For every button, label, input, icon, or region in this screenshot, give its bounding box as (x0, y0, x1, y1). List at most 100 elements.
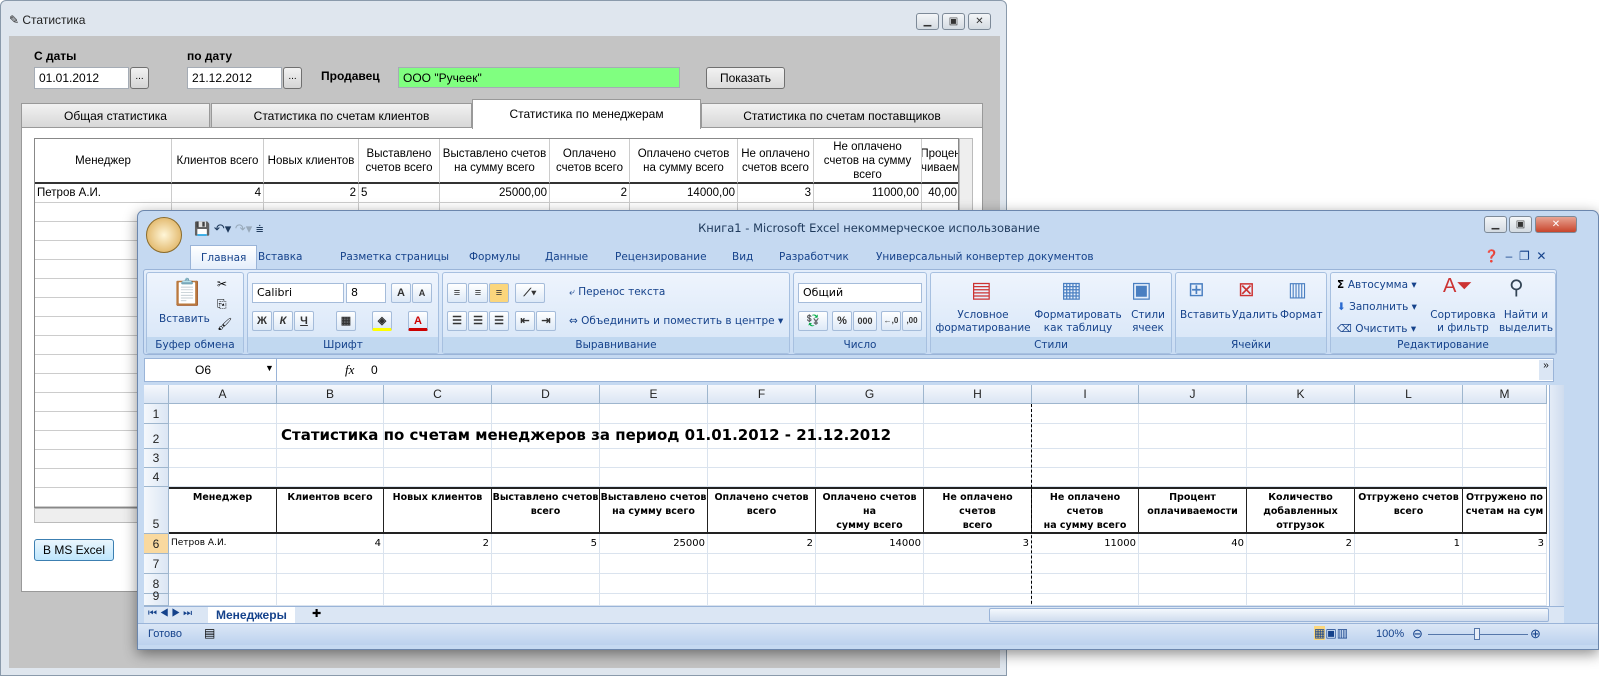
cell[interactable] (384, 594, 492, 606)
cell[interactable] (1032, 554, 1139, 574)
header-cell[interactable]: Не оплачено счетов на сумму всего (1032, 487, 1139, 534)
header-cell[interactable]: Процент оплачиваемости (1139, 487, 1247, 534)
ribbon-tab-2[interactable]: Вставка (258, 245, 303, 269)
underline-button[interactable]: Ч (294, 311, 314, 331)
grid-header[interactable]: Процен чиваем (922, 139, 958, 184)
paste-button[interactable]: Вставить (159, 313, 210, 325)
tab-1[interactable]: Общая статистика (21, 103, 210, 128)
cell[interactable] (924, 574, 1032, 594)
align-center-icon[interactable]: ☰ (468, 311, 488, 331)
grid-horizontal-scrollbar[interactable] (34, 508, 144, 523)
ribbon-tab-4[interactable]: Формулы (469, 245, 520, 269)
data-cell[interactable]: 2 (1247, 534, 1355, 554)
grid-header[interactable]: Не оплачено счетов на сумму всего (814, 139, 922, 184)
cell[interactable] (1463, 594, 1547, 606)
column-header-A[interactable]: A (169, 385, 277, 404)
cell[interactable] (384, 574, 492, 594)
name-box-dropdown-icon[interactable]: ▼ (265, 363, 274, 373)
fill-color-icon[interactable]: ◈ (372, 311, 392, 331)
cell[interactable] (169, 449, 277, 468)
header-cell[interactable]: Отгружено счетов всего (1355, 487, 1463, 534)
copy-icon[interactable]: ⎘ (217, 297, 227, 312)
bold-button[interactable]: Ж (252, 311, 272, 331)
cell[interactable] (600, 554, 708, 574)
cell[interactable] (169, 574, 277, 594)
cell[interactable] (1032, 594, 1139, 606)
paste-icon[interactable]: 📋 (171, 277, 203, 308)
cell[interactable] (1139, 404, 1247, 424)
from-date-picker-button[interactable]: ... (130, 67, 149, 89)
cell[interactable] (384, 404, 492, 424)
cell[interactable] (1139, 468, 1247, 487)
cell[interactable] (816, 554, 924, 574)
page-break-icon[interactable]: ▥ (1337, 626, 1348, 640)
cell[interactable] (708, 574, 816, 594)
cell[interactable] (1463, 554, 1547, 574)
column-header-K[interactable]: K (1247, 385, 1355, 404)
excel-maximize-button[interactable]: ▣ (1509, 216, 1532, 233)
grid-header[interactable]: Менеджер (35, 139, 172, 184)
ribbon-tab-1[interactable]: Главная (190, 245, 258, 269)
cell[interactable] (277, 404, 384, 424)
cell[interactable] (1139, 574, 1247, 594)
data-cell[interactable]: 11000 (1032, 534, 1139, 554)
format-as-table-icon[interactable]: ▦ (1061, 277, 1082, 303)
data-cell[interactable]: 25000 (600, 534, 708, 554)
delete-cells-icon[interactable]: ⊠ (1238, 277, 1255, 302)
align-left-icon[interactable]: ☰ (447, 311, 467, 331)
row-header-6[interactable]: 6 (144, 534, 169, 554)
macro-record-icon[interactable]: ▤ (204, 626, 215, 640)
tab-2[interactable]: Статистика по счетам клиентов (211, 103, 472, 128)
export-excel-button[interactable]: В MS Excel (34, 539, 114, 561)
sheet-vertical-scrollbar[interactable] (1549, 385, 1564, 607)
column-header-L[interactable]: L (1355, 385, 1463, 404)
cell[interactable] (600, 574, 708, 594)
zoom-level[interactable]: 100% (1376, 628, 1404, 640)
font-size-select[interactable]: 8 (346, 283, 386, 303)
insert-sheet-icon[interactable]: ✚ (312, 607, 321, 620)
merge-center-button[interactable]: ⇔ Объединить и поместить в центре ▾ (569, 315, 783, 327)
format-cells-button[interactable]: Формат (1280, 309, 1323, 321)
cell[interactable] (708, 554, 816, 574)
cell[interactable] (384, 449, 492, 468)
row-header-7[interactable]: 7 (144, 554, 169, 574)
cell[interactable] (708, 449, 816, 468)
ribbon-tab-6[interactable]: Рецензирование (615, 245, 707, 269)
borders-icon[interactable]: ▦ (336, 311, 356, 331)
workbook-close-icon[interactable]: ✕ (1536, 249, 1546, 263)
cell[interactable] (1032, 449, 1139, 468)
ribbon-tab-5[interactable]: Данные (545, 245, 588, 269)
percent-button[interactable]: % (832, 311, 852, 331)
cell[interactable] (1032, 404, 1139, 424)
cell[interactable] (1247, 424, 1355, 449)
format-as-table-button[interactable]: Форматировать как таблицу (1031, 309, 1125, 335)
grid-cell[interactable]: 3 (738, 184, 814, 203)
workbook-restore-icon[interactable]: ❐ (1519, 249, 1530, 263)
cell[interactable] (1247, 594, 1355, 606)
font-name-select[interactable]: Calibri (252, 283, 344, 303)
zoom-in-icon[interactable]: ⊕ (1530, 626, 1541, 642)
header-cell[interactable]: Оплачено счетов всего (708, 487, 816, 534)
cell[interactable] (1247, 468, 1355, 487)
from-date-input[interactable]: 01.01.2012 (34, 67, 129, 89)
header-cell[interactable]: Выставлено счетов всего (492, 487, 600, 534)
column-header-D[interactable]: D (492, 385, 600, 404)
cell[interactable] (600, 449, 708, 468)
ribbon-tab-3[interactable]: Разметка страницы (340, 245, 449, 269)
cell[interactable] (169, 404, 277, 424)
data-cell[interactable]: 4 (277, 534, 384, 554)
grid-cell[interactable]: 4 (172, 184, 264, 203)
column-header-F[interactable]: F (708, 385, 816, 404)
grid-cell[interactable]: 14000,00 (630, 184, 738, 203)
ribbon-tab-8[interactable]: Разработчик (779, 245, 849, 269)
cell[interactable] (600, 594, 708, 606)
sheet-nav-icon[interactable]: ⏮ ◀ ▶ ⏭ (148, 608, 192, 619)
cell[interactable] (277, 468, 384, 487)
ribbon-tab-7[interactable]: Вид (732, 245, 753, 269)
insert-function-button[interactable]: fx (345, 362, 354, 378)
cell[interactable] (169, 554, 277, 574)
cell[interactable] (277, 574, 384, 594)
align-bottom-icon[interactable]: ≡ (489, 283, 509, 303)
cell[interactable] (708, 404, 816, 424)
delete-cells-button[interactable]: Удалить (1232, 309, 1278, 321)
